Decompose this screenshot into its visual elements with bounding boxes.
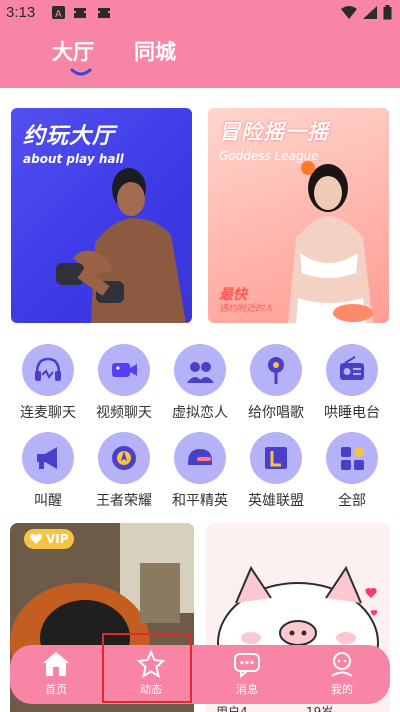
game-icon	[74, 8, 86, 18]
battery-icon	[383, 5, 392, 20]
category-label: 连麦聊天	[20, 405, 76, 421]
banner-right-title: 冒险摇一摇	[219, 120, 329, 144]
category-label: 和平精英	[172, 493, 228, 509]
card-right-name: 用户4	[216, 705, 248, 712]
highlight-box	[102, 633, 192, 703]
tab-hall[interactable]: 大厅	[52, 36, 94, 66]
category-label: 视频聊天	[96, 405, 152, 421]
heart-icon	[29, 533, 43, 544]
radio-icon	[326, 344, 378, 396]
nav-profile[interactable]: 我的	[312, 649, 372, 697]
active-tab-indicator	[70, 68, 92, 76]
game-icon	[98, 8, 110, 18]
headset-icon	[22, 344, 74, 396]
category-league-legends[interactable]: 英雄联盟	[237, 432, 315, 510]
category-mic-chat[interactable]: 连麦聊天	[9, 344, 87, 422]
king-glory-icon	[98, 432, 150, 484]
banner-adventure-shake[interactable]: 冒险摇一摇 Goddess League 最快 遇约附近的人	[208, 108, 389, 323]
status-time: 3:13	[6, 4, 36, 21]
vip-label: VIP	[46, 532, 69, 546]
status-bar: 3:13 A	[0, 0, 400, 26]
bottom-navigation: 首页 动态 消息 我的	[10, 645, 390, 704]
banner-right-foot-subtitle: 遇约附近的人	[219, 304, 274, 314]
category-label: 王者荣耀	[96, 493, 152, 509]
couple-icon	[174, 344, 226, 396]
category-peace-elite[interactable]: 和平精英	[161, 432, 239, 510]
category-virtual-lover[interactable]: 虚拟恋人	[161, 344, 239, 422]
category-wake-up[interactable]: 叫醒	[9, 432, 87, 510]
category-label: 全部	[338, 493, 366, 509]
category-king-glory[interactable]: 王者荣耀	[85, 432, 163, 510]
a-icon: A	[52, 6, 65, 19]
card-right-age: 19岁	[306, 705, 334, 712]
helmet-icon	[174, 432, 226, 484]
top-header: 3:13 A 大厅 同城	[0, 0, 400, 88]
profile-icon	[331, 652, 353, 677]
nav-home-label: 首页	[45, 683, 67, 696]
home-icon	[43, 652, 69, 676]
category-sleep-radio[interactable]: 哄睡电台	[313, 344, 391, 422]
model-image	[288, 161, 373, 323]
banner-left-title: 约玩大厅	[23, 124, 116, 149]
status-right	[341, 5, 392, 20]
category-label: 给你唱歌	[248, 405, 304, 421]
message-icon	[234, 653, 260, 679]
nav-messages-label: 消息	[236, 683, 258, 696]
microphone-icon	[250, 344, 302, 396]
league-icon	[250, 432, 302, 484]
nav-home[interactable]: 首页	[26, 649, 86, 697]
vip-badge: VIP	[24, 529, 74, 549]
category-label: 虚拟恋人	[172, 405, 228, 421]
tab-city[interactable]: 同城	[134, 36, 176, 66]
category-sing-for-you[interactable]: 给你唱歌	[237, 344, 315, 422]
tab-bar: 大厅 同城	[0, 28, 400, 88]
category-all[interactable]: 全部	[313, 432, 391, 510]
category-label: 叫醒	[34, 493, 62, 509]
megaphone-icon	[22, 432, 74, 484]
nav-messages[interactable]: 消息	[217, 649, 277, 697]
banner-play-hall[interactable]: 约玩大厅 about play hall	[11, 108, 192, 323]
category-label: 英雄联盟	[248, 493, 304, 509]
category-label: 哄睡电台	[324, 405, 380, 421]
grid-icon	[326, 432, 378, 484]
nav-profile-label: 我的	[331, 683, 353, 696]
svg-text:A: A	[55, 9, 62, 19]
video-camera-icon	[98, 344, 150, 396]
category-video-chat[interactable]: 视频聊天	[85, 344, 163, 422]
wifi-icon	[341, 6, 357, 19]
signal-icon	[363, 6, 377, 19]
boxer-image	[56, 168, 186, 323]
